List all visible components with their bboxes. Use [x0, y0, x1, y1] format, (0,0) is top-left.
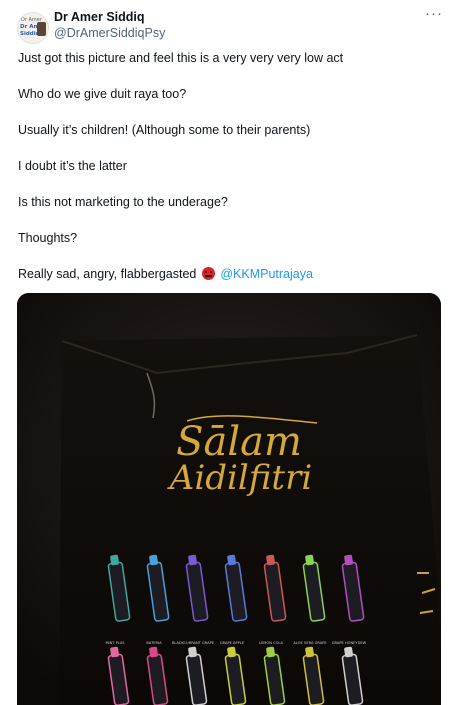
vape-product-tip: [188, 554, 197, 566]
tweet-text-last-line: Really sad, angry, flabbergasted @KKMPut…: [18, 267, 313, 281]
more-options-icon[interactable]: ···: [425, 5, 443, 22]
vape-product-tip: [344, 646, 353, 658]
tweet-text-line: Just got this picture and feel this is a…: [18, 51, 344, 65]
product-flavour-label: BLACKCURRANT GRAPE: [172, 641, 215, 645]
avatar[interactable]: Dr Amer Dr Amer Siddiq: [17, 12, 49, 44]
vape-product-tip: [188, 646, 197, 658]
avatar-photo: [37, 22, 46, 36]
tweet-text-line: Usually it’s children! (Although some to…: [18, 123, 311, 137]
author-handle[interactable]: @DrAmerSiddiqPsy: [54, 26, 165, 40]
tweet-media-image[interactable]: Sālam Aidilfitri MINT PLUS BATERIA BLACKCU…: [17, 293, 441, 705]
mention-link[interactable]: @KKMPutrajaya: [220, 267, 313, 281]
author-name[interactable]: Dr Amer Siddiq: [54, 10, 145, 24]
vape-product-tip: [305, 646, 314, 658]
vape-product-tip: [149, 646, 158, 658]
product-flavour-label: GRAPE HONEYDEW: [332, 641, 367, 645]
product-flavour-label: MINT PLUS: [105, 641, 125, 645]
tweet-text-line: Thoughts?: [18, 231, 78, 245]
tweet: Dr Amer Dr Amer Siddiq Dr Amer Siddiq @D…: [0, 0, 453, 705]
vape-product-tip: [110, 646, 119, 658]
vape-product-tip: [227, 554, 236, 566]
vape-product-tip: [149, 554, 158, 566]
vape-product-tip: [227, 646, 236, 658]
vape-product-tip: [266, 554, 275, 566]
tweet-text-line: Is this not marketing to the underage?: [18, 195, 228, 209]
product-flavour-label: BATERIA: [146, 641, 162, 645]
product-flavour-label: ALOE VERA GRAPE: [293, 641, 327, 645]
tweet-text-segment: Really sad, angry, flabbergasted: [18, 267, 197, 281]
calligraphy-line-2: Aidilfitri: [167, 458, 312, 498]
product-flavour-label: LEMON COLA: [259, 641, 283, 645]
tweet-text-line: I doubt it’s the latter: [18, 159, 127, 173]
product-flavour-label: GRAPE APPLE: [220, 641, 245, 645]
media-photo: Sālam Aidilfitri MINT PLUS BATERIA BLACKCU…: [17, 293, 441, 705]
vape-product-tip: [110, 554, 119, 566]
vape-product-tip: [305, 554, 314, 566]
vape-product-tip: [266, 646, 275, 658]
tweet-text-line: Who do we give duit raya too?: [18, 87, 187, 101]
angry-face-emoji-icon: [201, 267, 215, 280]
vape-product-tip: [344, 554, 353, 566]
